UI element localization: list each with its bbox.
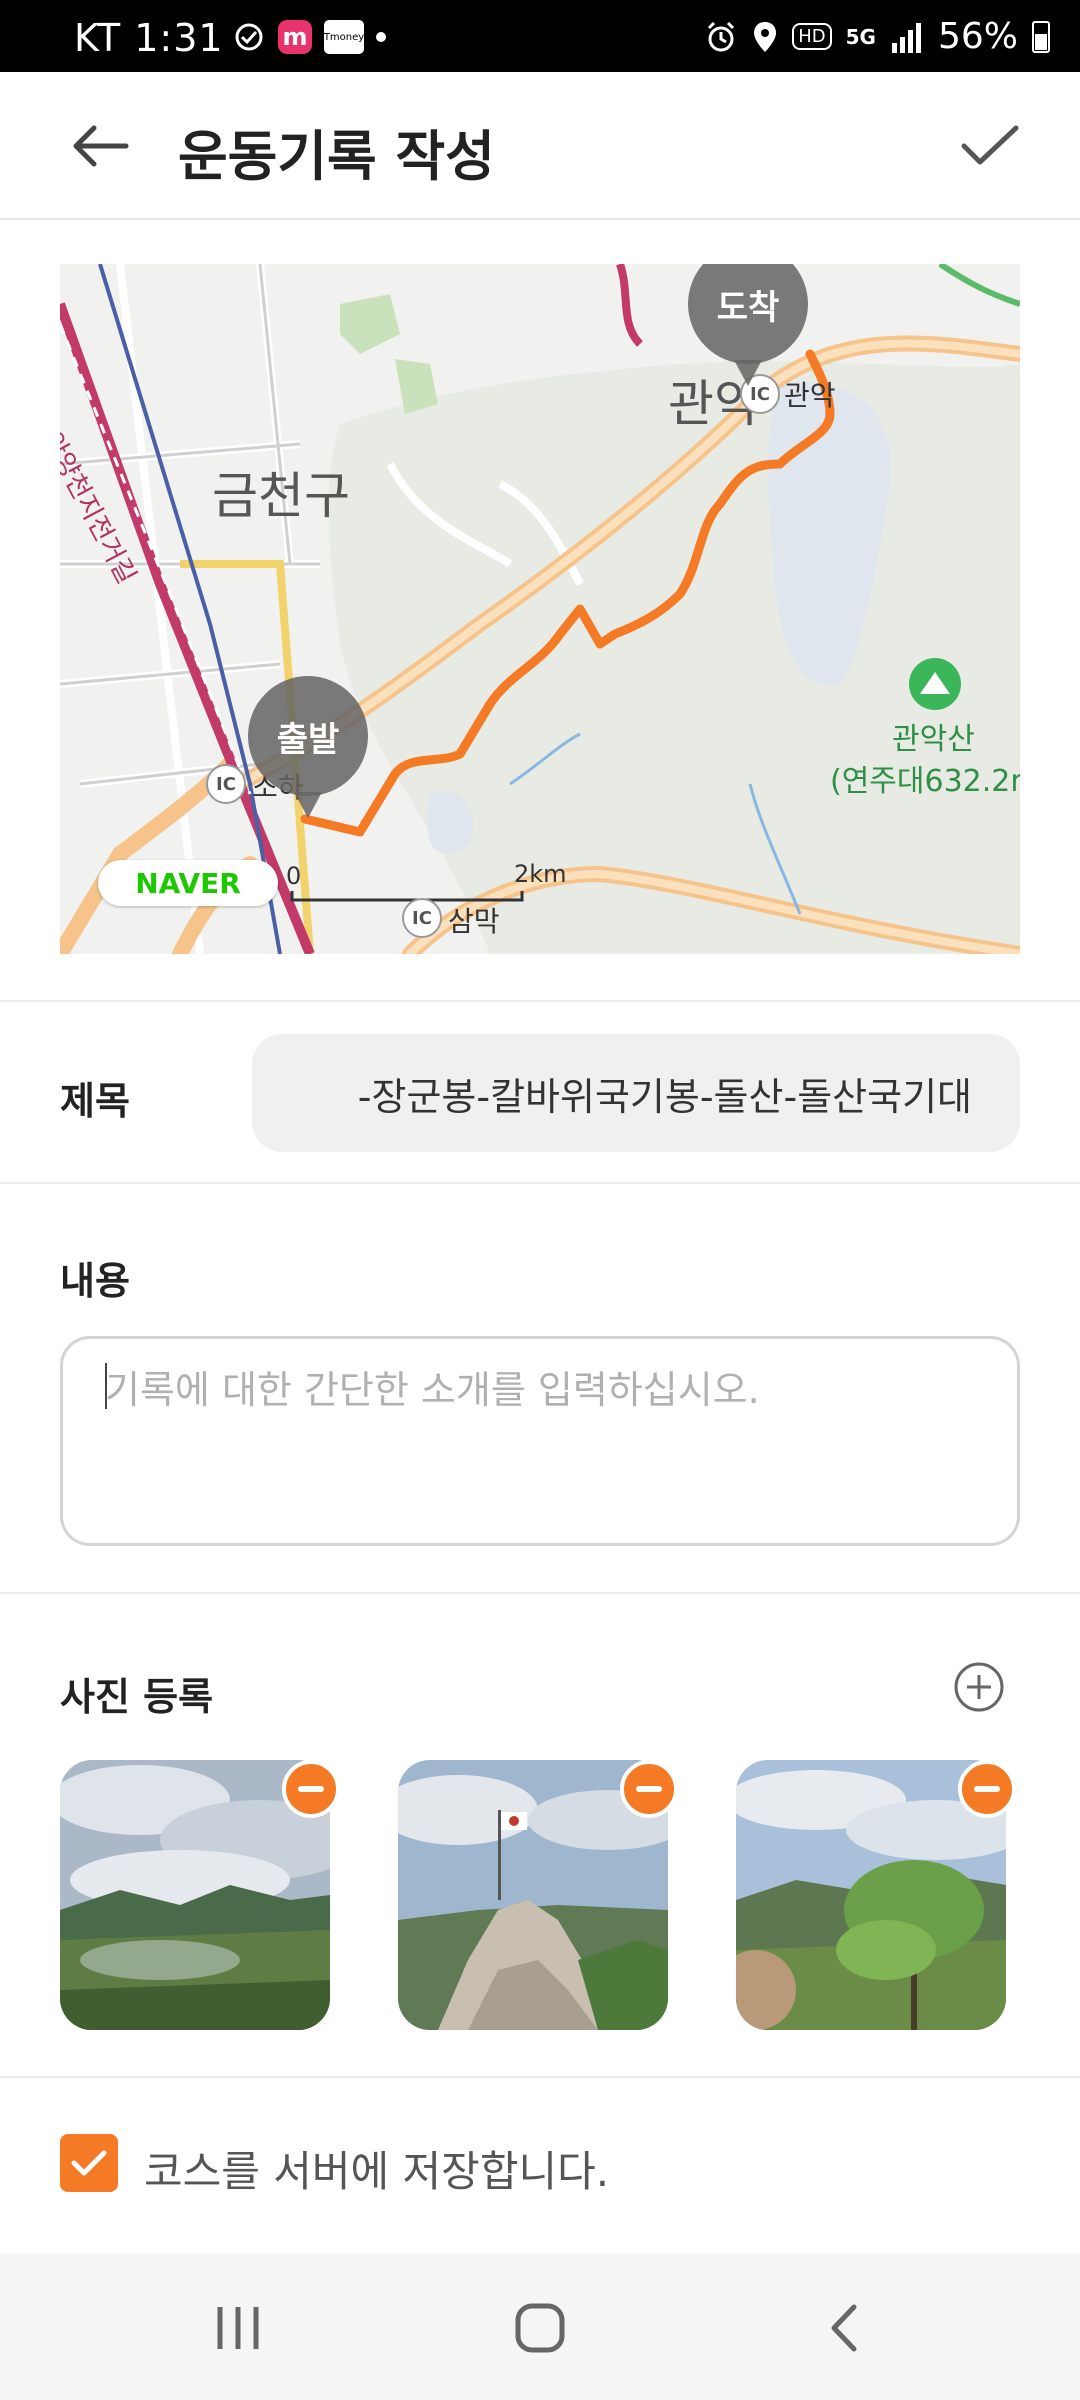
map-mountain-detail: (연주대632.2m [830,764,1020,799]
map-place-sammak: 삼막 [448,905,500,938]
status-system-icons: HD 5G 56% [704,16,1050,57]
photo-thumbnail-1[interactable] [60,1760,340,2030]
hd-voice-icon: HD [792,23,832,50]
app-bar: 운동기록 작성 [0,72,1080,220]
section-divider [0,1592,1080,1594]
photo-label: 사진 등록 [60,1675,214,1719]
section-divider [0,1182,1080,1184]
carrier-time: KT 1:31 [74,16,224,60]
save-course-label[interactable]: 코스를 서버에 저장합니다. [144,2138,609,2199]
more-notifications-dot-icon [376,32,386,42]
page-title: 운동기록 작성 [178,125,495,188]
battery-icon [1032,20,1050,53]
map-canvas [60,264,1020,954]
chevron-left-icon [831,2304,857,2352]
start-marker[interactable]: 출발 [248,676,368,818]
map-scale-zero: 0 [286,862,302,890]
fitness-app-icon [235,23,263,51]
back-button[interactable] [60,110,140,182]
title-input[interactable]: -장군봉-칼바위국기봉-돌산-돌산국기대 [252,1034,1020,1152]
content-textarea[interactable]: 기록에 대한 간단한 소개를 입력하십시오. [60,1336,1020,1546]
home-button[interactable] [490,2290,590,2366]
back-nav-button[interactable] [794,2290,894,2366]
section-divider [0,2076,1080,2078]
recent-apps-icon [217,2307,259,2349]
alarm-icon [708,21,735,51]
tmoney-card-icon: Tmoney [324,20,364,54]
map-mountain-name: 관악산 [892,722,975,757]
remove-photo-button-3[interactable] [958,1760,1016,1818]
content-label: 내용 [60,1259,130,1303]
photo-thumbnail-2[interactable] [398,1760,678,2030]
recent-apps-button[interactable] [188,2290,288,2366]
add-photo-button[interactable] [952,1660,1006,1714]
minus-icon [298,1786,324,1792]
checkmark-icon [71,2150,107,2176]
confirm-button[interactable] [950,110,1030,182]
naver-logo: NAVER [98,860,278,906]
system-nav-bar [0,2254,1080,2400]
remove-photo-button-2[interactable] [620,1760,678,1818]
arrow-left-icon [73,125,129,167]
minus-icon [974,1786,1000,1792]
status-notification-icons: m Tmoney [232,20,386,54]
map-district-label: 금천구 [212,467,350,525]
map-scale-max: 2km [514,860,567,888]
app-m-badge-icon: m [278,20,312,54]
route-map[interactable]: 금천구 안양천지전거길 관악 IC 관악 IC 소하 IC 삼막 관악산 (연주… [60,264,1020,954]
network-5g-icon: 5G [845,24,876,49]
map-place-gwanak: 관악 [784,379,836,412]
title-label: 제목 [60,1079,130,1123]
minus-icon [636,1786,662,1792]
signal-icon [891,22,921,53]
remove-photo-button-1[interactable] [282,1760,340,1818]
home-icon [515,2303,565,2353]
plus-circle-icon [954,1662,1004,1712]
status-bar: KT 1:31 m Tmoney HD 5G 56% [0,0,1080,72]
ic-badge-sohan: IC [206,764,246,804]
location-icon [754,21,777,52]
save-course-checkbox[interactable] [60,2134,118,2192]
section-divider [0,1000,1080,1002]
check-icon [961,125,1019,165]
content-placeholder: 기록에 대한 간단한 소개를 입력하십시오. [105,1368,760,1412]
photo-thumbnail-3[interactable] [736,1760,1016,2030]
battery-percent: 56% [937,16,1018,57]
ic-badge-sammak: IC [402,898,442,938]
